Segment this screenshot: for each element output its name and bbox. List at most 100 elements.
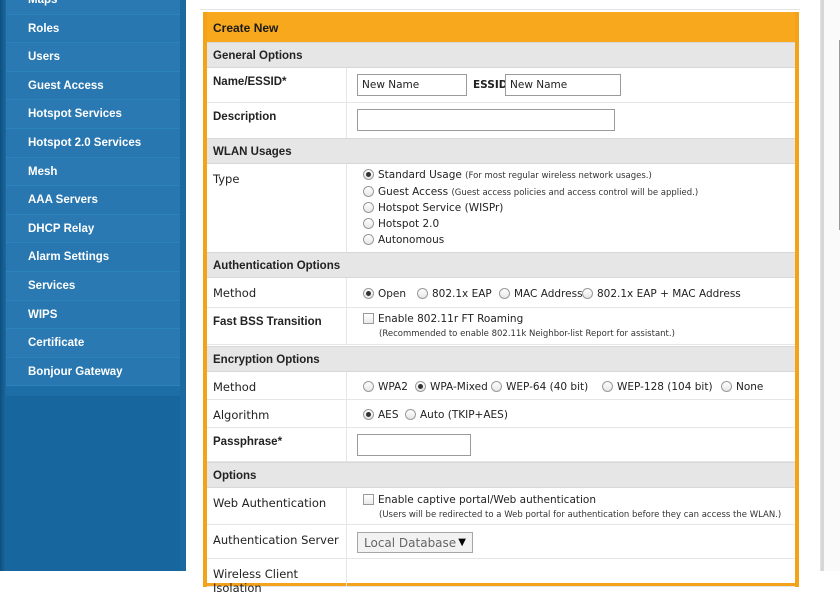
fast-bss-option[interactable]: Enable 802.11r FT Roaming [363, 313, 523, 325]
usage-hotspot2-option[interactable]: Hotspot 2.0 [363, 218, 439, 230]
radio-selected-icon[interactable] [363, 288, 374, 299]
enc-none-option[interactable]: None [721, 381, 763, 393]
name-essid-label: Name/ESSID* [207, 68, 347, 102]
section-encryption-options: Encryption Options [207, 346, 795, 372]
radio-icon[interactable] [405, 409, 416, 420]
passphrase-value [357, 428, 795, 461]
fast-bss-checkbox-label: Enable 802.11r FT Roaming [378, 313, 524, 325]
enc-wpa2-label: WPA2 [378, 381, 408, 393]
usage-autonomous-option[interactable]: Autonomous [363, 234, 444, 246]
row-fast-bss: Fast BSS Transition Enable 802.11r FT Ro… [207, 308, 795, 345]
radio-selected-icon[interactable] [415, 381, 426, 392]
sidebar: Maps Roles Users Guest Access Hotspot Se… [0, 0, 186, 571]
radio-selected-icon[interactable] [363, 169, 374, 180]
sidebar-item-users[interactable]: Users [6, 43, 180, 72]
radio-icon[interactable] [499, 288, 510, 299]
radio-icon[interactable] [721, 381, 732, 392]
top-divider [200, 0, 800, 10]
section-wlan-usages: WLAN Usages [207, 138, 795, 164]
radio-icon[interactable] [363, 218, 374, 229]
algorithm-auto-option[interactable]: Auto (TKIP+AES) [405, 409, 508, 421]
algorithm-aes-label: AES [378, 409, 399, 421]
page-scrollbar[interactable] [820, 0, 840, 571]
web-auth-label: Web Authentication [207, 488, 347, 524]
row-auth-server: Authentication Server Local Database ▼ [207, 525, 795, 559]
radio-icon[interactable] [582, 288, 593, 299]
essid-input[interactable] [505, 74, 621, 96]
row-type: Type Standard Usage (For most regular wi… [207, 164, 795, 262]
algorithm-aes-option[interactable]: AES [363, 409, 398, 421]
enc-none-label: None [736, 381, 764, 393]
radio-icon[interactable] [363, 381, 374, 392]
row-auth-method: Method Open 802.1x EAP MAC Address 802.1… [207, 278, 795, 308]
auth-eap-option[interactable]: 802.1x EAP [417, 288, 492, 300]
algorithm-options: AES Auto (TKIP+AES) [357, 400, 795, 427]
usage-guest-label: Guest Access [378, 186, 449, 198]
row-web-auth: Web Authentication Enable captive portal… [207, 488, 795, 525]
fast-bss-value: Enable 802.11r FT Roaming (Recommended t… [357, 308, 795, 344]
name-essid-value: ESSID [357, 68, 795, 102]
enc-wep64-option[interactable]: WEP-64 (40 bit) [491, 381, 588, 393]
sidebar-item-bonjour-gateway[interactable]: Bonjour Gateway [6, 357, 180, 387]
essid-label: ESSID [473, 79, 508, 91]
radio-icon[interactable] [363, 202, 374, 213]
auth-server-select[interactable]: Local Database ▼ [357, 532, 473, 553]
enc-wpa2-option[interactable]: WPA2 [363, 381, 408, 393]
scrollbar-track [821, 0, 824, 571]
dropdown-arrow-icon: ▼ [458, 537, 466, 548]
radio-selected-icon[interactable] [363, 409, 374, 420]
type-options: Standard Usage (For most regular wireles… [357, 164, 795, 261]
sidebar-item-alarm-settings[interactable]: Alarm Settings [6, 243, 180, 272]
panel-title: Create New [207, 12, 795, 42]
section-options: Options [207, 462, 795, 488]
sidebar-item-dhcp-relay[interactable]: DHCP Relay [6, 214, 180, 244]
passphrase-input[interactable] [357, 434, 471, 456]
sidebar-item-hotspot-services[interactable]: Hotspot Services [6, 100, 180, 129]
web-auth-option[interactable]: Enable captive portal/Web authentication [363, 494, 596, 506]
fast-bss-label: Fast BSS Transition [207, 308, 347, 344]
radio-icon[interactable] [417, 288, 428, 299]
sidebar-item-mesh[interactable]: Mesh [6, 157, 180, 187]
checkbox-icon[interactable] [363, 313, 374, 324]
sidebar-item-wips[interactable]: WIPS [6, 300, 180, 330]
usage-standard-label: Standard Usage [378, 169, 462, 181]
auth-open-option[interactable]: Open [363, 288, 406, 300]
name-input[interactable] [357, 74, 467, 96]
auth-eap-mac-option[interactable]: 802.1x EAP + MAC Address [582, 288, 741, 300]
enc-wep128-option[interactable]: WEP-128 (104 bit) [602, 381, 713, 393]
sidebar-item-services[interactable]: Services [6, 271, 180, 301]
checkbox-icon[interactable] [363, 494, 374, 505]
row-client-isolation: Wireless Client Isolation [207, 559, 795, 595]
auth-mac-label: MAC Address [514, 288, 583, 300]
usage-hotspot-option[interactable]: Hotspot Service (WISPr) [363, 202, 503, 214]
web-auth-value: Enable captive portal/Web authentication… [357, 488, 795, 524]
sidebar-item-roles[interactable]: Roles [6, 14, 180, 44]
sidebar-item-maps[interactable]: Maps [6, 0, 180, 15]
usage-standard-option[interactable]: Standard Usage (For most regular wireles… [363, 169, 652, 181]
radio-icon[interactable] [363, 234, 374, 245]
enc-method-label: Method [207, 372, 347, 399]
auth-method-label: Method [207, 278, 347, 307]
sidebar-item-hotspot-2-services[interactable]: Hotspot 2.0 Services [6, 128, 180, 158]
sidebar-item-certificate[interactable]: Certificate [6, 329, 180, 358]
enc-wep128-label: WEP-128 (104 bit) [617, 381, 713, 393]
usage-guest-option[interactable]: Guest Access (Guest access policies and … [363, 186, 698, 198]
usage-guest-note: (Guest access policies and access contro… [451, 188, 699, 198]
sidebar-item-guest-access[interactable]: Guest Access [6, 71, 180, 101]
isolation-label: Wireless Client Isolation [207, 559, 347, 595]
section-general-options: General Options [207, 42, 795, 68]
description-input[interactable] [357, 109, 615, 131]
radio-icon[interactable] [363, 186, 374, 197]
enc-wpa-mixed-label: WPA-Mixed [430, 381, 488, 393]
radio-icon[interactable] [491, 381, 502, 392]
enc-wpa-mixed-option[interactable]: WPA-Mixed [415, 381, 488, 393]
web-auth-note: (Users will be redirected to a Web porta… [379, 510, 782, 520]
auth-open-label: Open [378, 288, 407, 300]
auth-method-options: Open 802.1x EAP MAC Address 802.1x EAP +… [357, 278, 795, 307]
passphrase-label: Passphrase* [207, 428, 347, 461]
sidebar-item-aaa-servers[interactable]: AAA Servers [6, 186, 180, 215]
auth-eap-mac-label: 802.1x EAP + MAC Address [597, 288, 741, 300]
description-label: Description [207, 103, 347, 138]
auth-mac-option[interactable]: MAC Address [499, 288, 583, 300]
radio-icon[interactable] [602, 381, 613, 392]
